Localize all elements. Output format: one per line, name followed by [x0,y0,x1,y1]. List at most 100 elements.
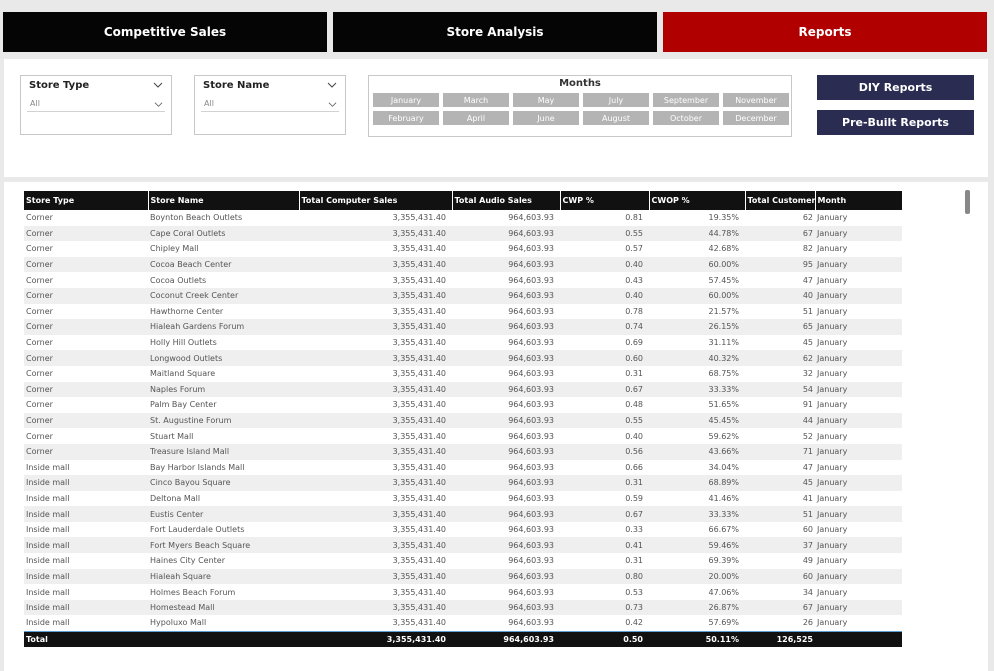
chevron-down-icon[interactable] [327,80,337,90]
table-row: Inside mall Deltona Mall 3,355,431.40 964,6… [24,491,902,507]
store-name-slicer: Store Name All [194,75,346,135]
month-may-button[interactable]: May [513,93,579,107]
table-cell: January [817,306,848,316]
total-cell [815,630,902,648]
table-cell: 51.65% [708,400,739,410]
store-type-slicer: Store Type All [20,75,172,135]
chevron-down-icon[interactable] [154,100,163,109]
chevron-down-icon[interactable] [328,100,337,109]
table-cell: January [817,493,848,503]
table-cell: 21.57% [708,306,739,316]
table-cell: Corner [26,338,53,348]
table-cell: 60.00% [649,256,745,273]
store-type-dropdown[interactable]: All [27,98,165,112]
column-header[interactable]: Month [815,191,902,210]
column-header[interactable]: Total Customers [745,191,816,210]
total-cell [148,630,299,648]
table-cell: 3,355,431.40 [392,338,446,348]
month-july-button[interactable]: July [583,93,649,107]
table-cell: 3,355,431.40 [392,369,446,379]
table-cell: 47 [802,275,813,285]
table-cell: Corner [26,369,53,379]
table-cell: January [817,618,848,628]
table-cell: 0.80 [560,568,649,585]
table-row: Corner Coconut Creek Center 3,355,431.40 96… [24,287,902,304]
month-june-button[interactable]: June [513,111,579,125]
table-cell: Corner [24,319,148,335]
table-cell: Inside mall [26,618,70,628]
table-cell: 3,355,431.40 [392,587,446,597]
table-cell: 40 [745,287,815,304]
month-august-button[interactable]: August [583,111,649,125]
table-row: Inside mall Eustis Center 3,355,431.40 964,… [24,506,902,522]
month-january-button[interactable]: January [373,93,439,107]
table-cell: 0.67 [560,506,649,522]
month-april-button[interactable]: April [443,111,509,125]
table-cell: January [815,412,902,429]
table-cell: 0.56 [560,443,649,460]
table-cell: Treasure Island Mall [148,443,299,460]
month-february-button[interactable]: February [373,111,439,125]
column-header[interactable]: CWP % [560,191,650,210]
table-cell: 964,603.93 [452,350,560,366]
table-cell: Fort Lauderdale Outlets [150,525,245,535]
table-cell: Corner [24,287,148,304]
table-cell: 3,355,431.40 [299,475,452,491]
column-header[interactable]: Store Type [24,191,149,210]
total-cell: 964,603.93 [452,630,560,648]
table-cell: 0.67 [560,381,649,398]
table-cell: 0.78 [625,306,643,316]
table-cell: 3,355,431.40 [392,618,446,628]
table-cell: Corner [24,350,148,366]
month-november-button[interactable]: November [723,93,789,107]
column-header[interactable]: Total Audio Sales [452,191,561,210]
column-header[interactable]: Total Computer Sales [299,191,453,210]
table-cell: Boynton Beach Outlets [150,213,243,223]
table-cell: Inside mall [26,462,70,472]
table-cell: 68.89% [649,475,745,491]
table-cell: 3,355,431.40 [299,287,452,304]
table-cell: 33.33% [649,506,745,522]
table-row: Corner Chipley Mall 3,355,431.40 964,603.93… [24,241,902,257]
table-cell: January [815,381,902,398]
table-cell: 41.46% [708,493,739,503]
table-cell: 0.40 [560,287,649,304]
table-cell: 82 [802,244,813,254]
table-cell: 0.43 [625,275,643,285]
month-october-button[interactable]: October [653,111,719,125]
tab-competitive-sales[interactable]: Competitive Sales [3,12,327,52]
table-cell: 0.60 [560,350,649,366]
tab-reports[interactable]: Reports [663,12,987,52]
diy-reports-button[interactable]: DIY Reports [817,75,974,100]
table-cell: 3,355,431.40 [299,412,452,429]
table-scrollbar[interactable] [965,190,970,214]
column-header[interactable]: Store Name [148,191,300,210]
month-march-button[interactable]: March [443,93,509,107]
table-cell: 964,603.93 [508,213,554,223]
month-september-button[interactable]: September [653,93,719,107]
table-cell: 44.78% [649,225,745,242]
table-cell: 45 [745,475,815,491]
table-cell: Corner [26,244,53,254]
store-name-dropdown[interactable]: All [201,98,339,112]
table-cell: January [817,338,848,348]
tab-store-analysis[interactable]: Store Analysis [333,12,657,52]
sales-table: Store Type Store Name Total Computer Sales… [24,191,902,648]
table-cell: 60 [745,568,815,585]
table-cell: Homestead Mall [148,599,299,616]
prebuilt-reports-button[interactable]: Pre-Built Reports [817,110,974,135]
table-cell: January [815,225,902,242]
table-cell: January [815,256,902,273]
table-cell: 964,603.93 [452,256,560,273]
table-cell: 964,603.93 [452,225,560,242]
table-cell: 964,603.93 [508,306,554,316]
column-header[interactable]: CWOP % [649,191,746,210]
table-cell: St. Augustine Forum [148,412,299,429]
table-row: Inside mall Hialeah Square 3,355,431.40 964… [24,568,902,585]
store-name-title: Store Name [203,80,270,91]
table-cell: Cape Coral Outlets [148,225,299,242]
table-cell: 0.59 [625,493,643,503]
table-cell: Inside mall [26,525,70,535]
chevron-down-icon[interactable] [153,80,163,90]
month-december-button[interactable]: December [723,111,789,125]
